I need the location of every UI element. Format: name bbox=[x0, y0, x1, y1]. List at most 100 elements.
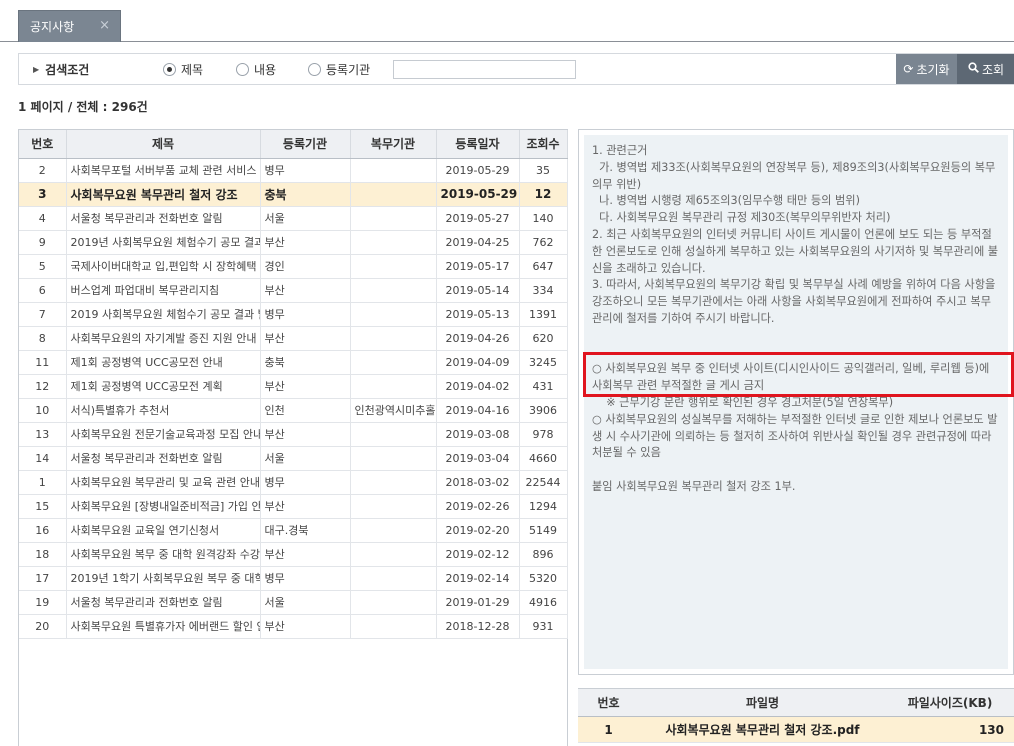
table-row[interactable]: 2사회복무포털 서버부품 교체 관련 서비스 중단 안내병무 2019-05-29… bbox=[19, 158, 568, 183]
cell-service bbox=[350, 614, 437, 639]
tab-bar: 공지사항 × bbox=[0, 0, 1014, 42]
cell-no: 6 bbox=[19, 278, 67, 303]
cell-org: 인천 bbox=[260, 398, 351, 423]
radio-content[interactable]: 내용 bbox=[236, 61, 276, 78]
cell-views: 4916 bbox=[519, 590, 568, 615]
table-row[interactable]: 3 사회복무요원 복무관리 철저 강조 충북 2019-05-29 12 bbox=[19, 182, 568, 207]
table-row[interactable]: 13 사회복무요원 전문기술교육과정 모집 안내 부산 2019-03-08 978 bbox=[19, 422, 568, 447]
table-row[interactable]: 12 제1회 공정병역 UCC공모전 계획 부산 2019-04-02 431 bbox=[19, 374, 568, 399]
col-header-org[interactable]: 등록기관 bbox=[260, 130, 351, 159]
cell-title[interactable]: 서울청 복무관리과 전화번호 알림 bbox=[66, 206, 261, 231]
table-row[interactable]: 11 제1회 공정병역 UCC공모전 안내 충북 2019-04-09 3245 bbox=[19, 350, 568, 375]
table-row[interactable]: 16 사회복무요원 교육일 연기신청서 대구.경북 2019-02-20 5149 bbox=[19, 518, 568, 543]
cell-title[interactable]: 사회복무요원 복무관리 및 교육 관련 안내 bbox=[66, 470, 261, 495]
cell-no: 16 bbox=[19, 518, 67, 543]
table-row[interactable]: 10서식)특별휴가 추천서인천인천광역시미추홀구2019-04-163906 bbox=[19, 398, 568, 423]
cell-title[interactable]: 2019년 사회복무요원 체험수기 공모 결과 bbox=[66, 230, 261, 255]
table-row[interactable]: 18사회복무요원 복무 중 대학 원격강좌 수강 안내부산 2019-02-128… bbox=[19, 542, 568, 567]
radio-title[interactable]: 제목 bbox=[163, 61, 203, 78]
cell-org: 부산 bbox=[260, 326, 351, 351]
file-name[interactable]: 사회복무요원 복무관리 철저 강조.pdf bbox=[639, 716, 886, 743]
page-info: 1 페이지 / 전체 : 296건 bbox=[18, 100, 148, 114]
table-row[interactable]: 9 2019년 사회복무요원 체험수기 공모 결과 부산 2019-04-25 762 bbox=[19, 230, 568, 255]
cell-date: 2019-05-29 bbox=[436, 182, 520, 207]
cell-service bbox=[350, 470, 437, 495]
table-row[interactable]: 4 서울청 복무관리과 전화번호 알림 서울 2019-05-27 140 bbox=[19, 206, 568, 231]
cell-service bbox=[350, 518, 437, 543]
cell-title[interactable]: 서울청 복무관리과 전화번호 알림 bbox=[66, 446, 261, 471]
cell-title[interactable]: 사회복무요원 전문기술교육과정 모집 안내 bbox=[66, 422, 261, 447]
notice-body: 1. 관련근거 가. 병역법 제33조(사회복무요원의 연장복무 등), 제89… bbox=[584, 135, 1008, 669]
table-row[interactable]: 172019년 1학기 사회복무요원 복무 중 대학 원격수업 안내병무 2019… bbox=[19, 566, 568, 591]
highlight-box bbox=[583, 352, 1014, 397]
cell-title[interactable]: 제1회 공정병역 UCC공모전 안내 bbox=[66, 350, 261, 375]
cell-service bbox=[350, 350, 437, 375]
cell-no: 5 bbox=[19, 254, 67, 279]
search-icon bbox=[968, 62, 979, 76]
cell-service bbox=[350, 302, 437, 327]
table-row[interactable]: 15 사회복무요원 [장병내일준비적금] 가입 안내 부산 2019-02-26 129… bbox=[19, 494, 568, 519]
cell-title[interactable]: 버스업계 파업대비 복무관리지침 bbox=[66, 278, 261, 303]
cell-date: 2019-05-13 bbox=[436, 302, 520, 327]
tab-label: 공지사항 bbox=[30, 20, 75, 34]
cell-org: 부산 bbox=[260, 542, 351, 567]
table-row[interactable]: 6 버스업계 파업대비 복무관리지침 부산 2019-05-14 334 bbox=[19, 278, 568, 303]
cell-title[interactable]: 사회복무요원 복무관리 철저 강조 bbox=[66, 182, 261, 207]
cell-views: 3245 bbox=[519, 350, 568, 375]
cell-title[interactable]: 사회복무요원 교육일 연기신청서 bbox=[66, 518, 261, 543]
cell-views: 5320 bbox=[519, 566, 568, 591]
table-row[interactable]: 7 2019 사회복무요원 체험수기 공모 결과 발표 병무 2019-05-13 13… bbox=[19, 302, 568, 327]
cell-service bbox=[350, 446, 437, 471]
cell-title[interactable]: 사회복무요원 [장병내일준비적금] 가입 안내 bbox=[66, 494, 261, 519]
cell-date: 2019-01-29 bbox=[436, 590, 520, 615]
cell-title[interactable]: 사회복무요원 복무 중 대학 원격강좌 수강 안내 bbox=[66, 542, 261, 567]
cell-title[interactable]: 서울청 복무관리과 전화번호 알림 bbox=[66, 590, 261, 615]
cell-date: 2019-03-04 bbox=[436, 446, 520, 471]
table-row[interactable]: 1 사회복무요원 복무관리 및 교육 관련 안내 병무 2018-03-02 22544 bbox=[19, 470, 568, 495]
table-row[interactable]: 19 서울청 복무관리과 전화번호 알림 서울 2019-01-29 4916 bbox=[19, 590, 568, 615]
col-header-service[interactable]: 복무기관 bbox=[350, 130, 437, 159]
cell-title[interactable]: 2019년 1학기 사회복무요원 복무 중 대학 원격수업 안내 bbox=[66, 566, 261, 591]
col-header-views[interactable]: 조회수 bbox=[519, 130, 568, 159]
cell-title[interactable]: 서식)특별휴가 추천서 bbox=[66, 398, 261, 423]
attachment-list: 번호 파일명 파일사이즈(KB) 1 사회복무요원 복무관리 철저 강조.pdf… bbox=[578, 688, 1014, 746]
cell-org: 부산 bbox=[260, 614, 351, 639]
cell-no: 14 bbox=[19, 446, 67, 471]
radio-org[interactable]: 등록기관 bbox=[308, 61, 370, 78]
table-row[interactable]: 14 서울청 복무관리과 전화번호 알림 서울 2019-03-04 4660 bbox=[19, 446, 568, 471]
cell-title[interactable]: 2019 사회복무요원 체험수기 공모 결과 발표 bbox=[66, 302, 261, 327]
close-icon[interactable]: × bbox=[99, 18, 110, 33]
cell-views: 35 bbox=[519, 158, 568, 183]
reset-button[interactable]: ⟳ 초기화 bbox=[896, 54, 957, 84]
file-row[interactable]: 1 사회복무요원 복무관리 철저 강조.pdf 130 bbox=[578, 716, 1014, 743]
table-row[interactable]: 8 사회복무요원의 자기계발 증진 지원 안내 부산 2019-04-26 620 bbox=[19, 326, 568, 351]
cell-title[interactable]: 국제사이버대학교 입,편입학 시 장학혜택 안내 bbox=[66, 254, 261, 279]
cell-title[interactable]: 제1회 공정병역 UCC공모전 계획 bbox=[66, 374, 261, 399]
radio-circle-icon bbox=[163, 63, 176, 76]
cell-service bbox=[350, 326, 437, 351]
cell-service bbox=[350, 542, 437, 567]
cell-no: 8 bbox=[19, 326, 67, 351]
notice-detail-panel: 1. 관련근거 가. 병역법 제33조(사회복무요원의 연장복무 등), 제89… bbox=[578, 129, 1014, 675]
cell-service bbox=[350, 374, 437, 399]
cell-org: 병무 bbox=[260, 302, 351, 327]
tab-notice[interactable]: 공지사항 × bbox=[18, 10, 121, 42]
cell-service bbox=[350, 566, 437, 591]
cell-service bbox=[350, 422, 437, 447]
cell-service bbox=[350, 182, 437, 207]
col-header-date[interactable]: 등록일자 bbox=[436, 130, 520, 159]
col-header-no[interactable]: 번호 bbox=[19, 130, 67, 159]
col-header-title[interactable]: 제목 bbox=[66, 130, 261, 159]
table-row[interactable]: 20 사회복무요원 특별휴가자 에버랜드 할인 안내 부산 2018-12-28 931 bbox=[19, 614, 568, 639]
search-button[interactable]: 조회 bbox=[957, 54, 1014, 84]
cell-org: 부산 bbox=[260, 422, 351, 447]
cell-title[interactable]: 사회복무요원 특별휴가자 에버랜드 할인 안내 bbox=[66, 614, 261, 639]
search-input[interactable] bbox=[393, 60, 576, 79]
cell-title[interactable]: 사회복무요원의 자기계발 증진 지원 안내 bbox=[66, 326, 261, 351]
cell-no: 3 bbox=[19, 182, 67, 207]
cell-date: 2018-12-28 bbox=[436, 614, 520, 639]
table-row[interactable]: 5 국제사이버대학교 입,편입학 시 장학혜택 안내 경인 2019-05-17 647 bbox=[19, 254, 568, 279]
cell-date: 2019-04-26 bbox=[436, 326, 520, 351]
cell-date: 2019-05-29 bbox=[436, 158, 520, 183]
cell-title[interactable]: 사회복무포털 서버부품 교체 관련 서비스 중단 안내 bbox=[66, 158, 261, 183]
